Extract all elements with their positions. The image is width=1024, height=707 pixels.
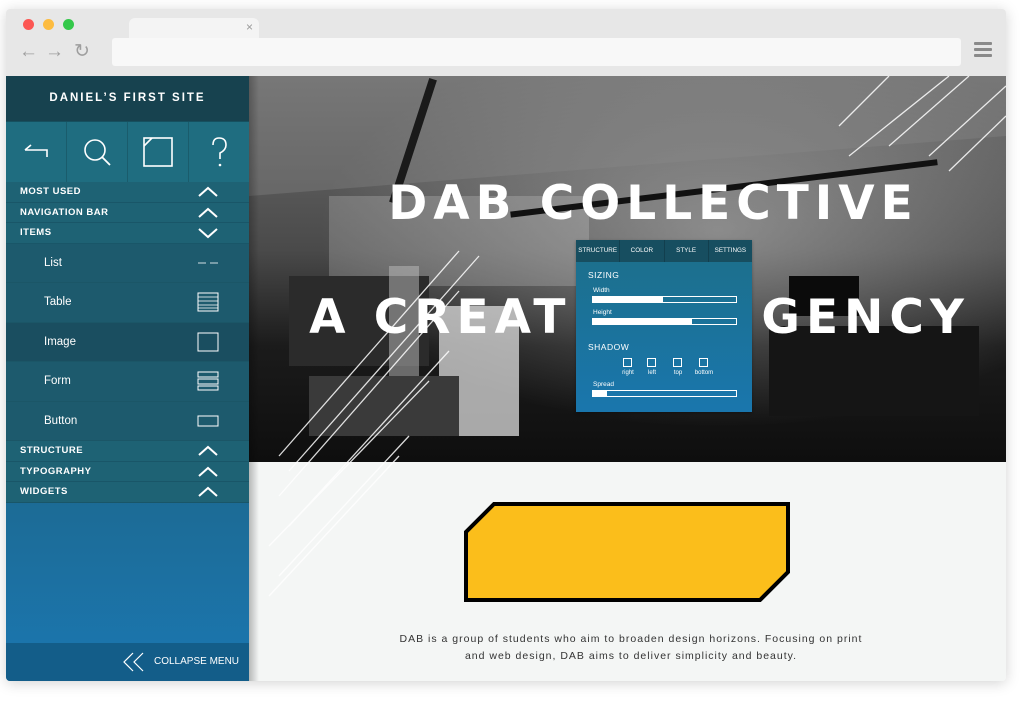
item-label: Form	[44, 375, 71, 387]
properties-panel: STRUCTURE COLOR STYLE SETTINGS SIZING Wi…	[576, 240, 752, 412]
form-icon	[197, 371, 219, 391]
section-structure[interactable]: STRUCTURE	[6, 441, 249, 462]
section-label: STRUCTURE	[20, 445, 84, 456]
section-label: ITEMS	[20, 227, 52, 238]
shadow-heading: SHADOW	[588, 342, 630, 352]
section-widgets[interactable]: WIDGETS	[6, 482, 249, 503]
height-label: Height	[593, 309, 612, 316]
width-label: Width	[593, 287, 610, 294]
shadow-bottom-checkbox[interactable]	[699, 358, 708, 367]
close-window-button[interactable]	[23, 19, 34, 30]
section-most-used[interactable]: MOST USED	[6, 182, 249, 203]
chevron-up-icon[interactable]	[197, 207, 219, 219]
editor-sidebar: DANIEL’S FIRST SITE MOST USED NAVIGATION…	[6, 76, 249, 681]
browser-tab[interactable]: ×	[129, 18, 259, 40]
width-slider-fill	[593, 297, 664, 302]
shadow-top-checkbox[interactable]	[673, 358, 682, 367]
forward-arrow-icon[interactable]: →	[45, 42, 64, 62]
chevron-up-icon[interactable]	[197, 445, 219, 457]
reload-icon[interactable]: ↻	[74, 42, 90, 62]
button-icon	[197, 415, 219, 426]
table-icon	[197, 292, 219, 312]
spread-slider-fill	[593, 391, 608, 396]
tab-close-icon[interactable]: ×	[246, 20, 253, 34]
yellow-placeholder-shape[interactable]	[464, 502, 790, 602]
height-slider-fill	[593, 319, 692, 324]
description-text: DAB is a group of students who aim to br…	[349, 631, 913, 665]
section-label: NAVIGATION BAR	[20, 206, 109, 218]
item-list[interactable]: List	[6, 243, 249, 283]
list-icon	[198, 262, 218, 263]
item-button[interactable]: Button	[6, 401, 249, 441]
tab-structure[interactable]: STRUCTURE	[576, 240, 621, 262]
search-tool-button[interactable]	[67, 122, 128, 182]
tab-color[interactable]: COLOR	[620, 240, 665, 262]
properties-tabs: STRUCTURE COLOR STYLE SETTINGS	[576, 240, 752, 262]
page-content: DAB is a group of students who aim to br…	[249, 462, 1006, 681]
double-chevron-left-icon	[123, 652, 144, 672]
item-label: Image	[44, 335, 76, 348]
item-label: Table	[44, 296, 72, 308]
height-slider[interactable]	[592, 318, 737, 325]
shadow-bottom-label: bottom	[694, 370, 714, 376]
chevron-up-icon[interactable]	[197, 186, 219, 198]
help-tool-button[interactable]	[189, 122, 249, 182]
width-slider[interactable]	[592, 296, 737, 303]
sizing-heading: SIZING	[588, 270, 620, 280]
chevron-up-icon[interactable]	[197, 466, 219, 478]
hamburger-menu-icon[interactable]	[974, 42, 992, 58]
sidebar-shadow	[249, 76, 259, 681]
section-label: WIDGETS	[20, 486, 68, 497]
item-table[interactable]: Table	[6, 283, 249, 323]
site-title: DANIEL’S FIRST SITE	[6, 76, 249, 121]
browser-window: × ← → ↻ DANIEL’S FIRST SITE MOST USED NA…	[6, 9, 1006, 681]
search-icon	[84, 139, 111, 166]
section-typography[interactable]: TYPOGRAPHY	[6, 461, 249, 482]
section-label: MOST USED	[20, 186, 81, 197]
crop-icon	[143, 137, 173, 167]
collapse-menu-button[interactable]: COLLAPSE MENU	[6, 643, 249, 681]
hero-subtitle-end: GENCY	[761, 290, 970, 345]
spread-slider[interactable]	[592, 390, 737, 397]
collapse-menu-label: COLLAPSE MENU	[154, 656, 240, 667]
tab-style[interactable]: STYLE	[665, 240, 709, 262]
shadow-left-checkbox[interactable]	[647, 358, 656, 367]
chevron-up-icon[interactable]	[197, 486, 219, 498]
description-line: DAB is a group of students who aim to br…	[399, 633, 863, 645]
section-label: TYPOGRAPHY	[20, 465, 92, 477]
tool-bar	[6, 121, 249, 182]
section-items[interactable]: ITEMS	[6, 223, 249, 244]
browser-chrome: × ← → ↻	[6, 9, 1006, 76]
hero-subtitle-start: A CREAT	[309, 290, 572, 345]
address-bar[interactable]	[112, 38, 961, 66]
back-arrow-icon[interactable]: ←	[19, 42, 38, 62]
spread-label: Spread	[593, 381, 614, 388]
crop-tool-button[interactable]	[128, 122, 189, 182]
image-icon	[197, 332, 219, 351]
minimize-window-button[interactable]	[43, 19, 54, 30]
help-icon	[212, 137, 227, 167]
maximize-window-button[interactable]	[63, 19, 74, 30]
section-navigation-bar[interactable]: NAVIGATION BAR	[6, 202, 249, 223]
chevron-down-icon[interactable]	[197, 227, 219, 239]
back-tool-button[interactable]	[6, 122, 67, 182]
item-form[interactable]: Form	[6, 362, 249, 402]
item-image[interactable]: Image	[6, 322, 249, 362]
tab-settings[interactable]: SETTINGS	[709, 240, 752, 262]
item-label: List	[44, 256, 62, 269]
back-tool-icon	[24, 144, 48, 157]
hero-title: DAB COLLECTIVE	[388, 176, 919, 231]
shadow-right-checkbox[interactable]	[623, 358, 632, 367]
description-line: and web design, DAB aims to deliver simp…	[464, 650, 798, 662]
item-label: Button	[44, 414, 78, 427]
